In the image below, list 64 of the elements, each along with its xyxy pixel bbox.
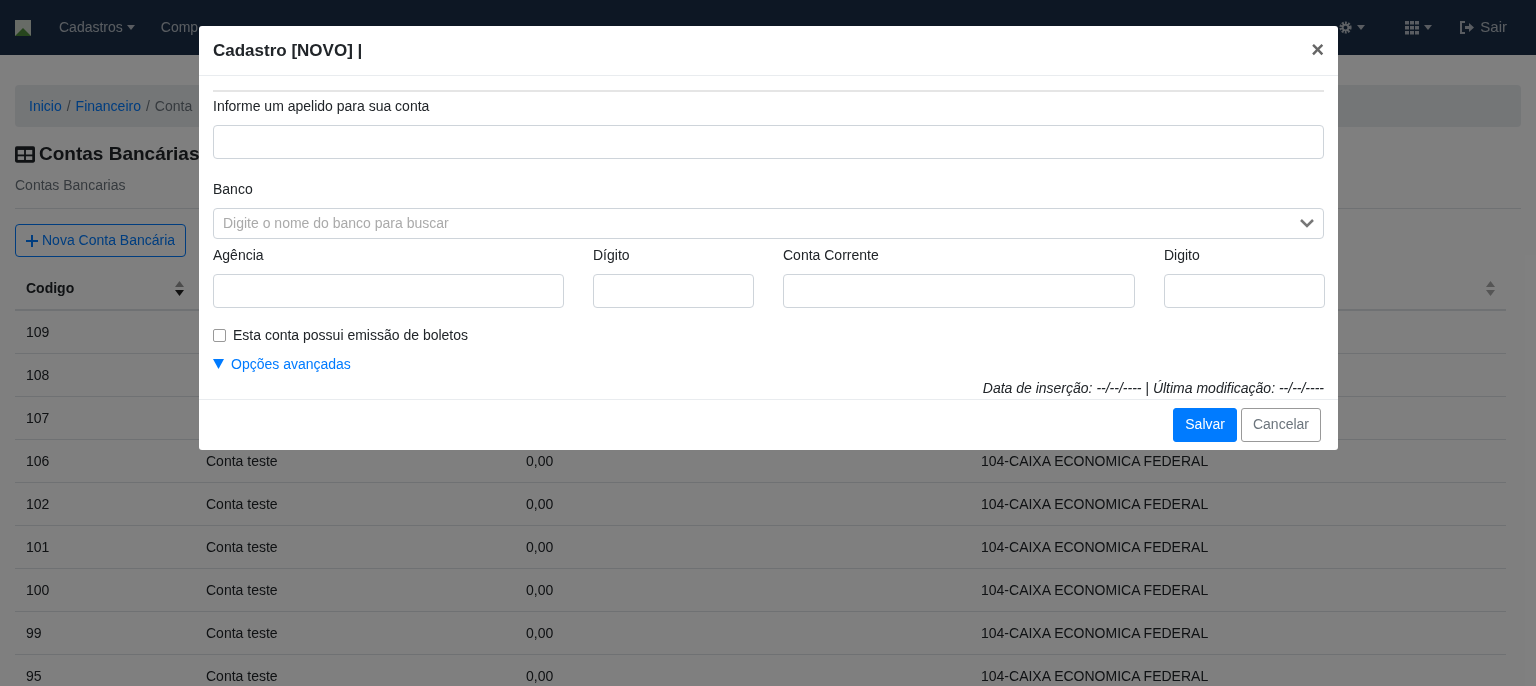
input-field[interactable] (213, 273, 564, 308)
input-field[interactable] (213, 124, 1324, 159)
table-cell-text: 0,00 (525, 669, 555, 683)
close-button[interactable]: × (1311, 39, 1324, 62)
table-cell-text: 0,00 (525, 626, 555, 640)
table-cell-text: Conta teste (205, 669, 279, 683)
input-field[interactable] (593, 273, 754, 308)
field-label: Agência (213, 245, 265, 265)
checkbox[interactable] (213, 328, 226, 342)
table-icon (15, 145, 35, 163)
logout-button[interactable]: Sair (1460, 16, 1507, 39)
table-cell-text: 104-CAIXA ECONOMICA FEDERAL (980, 583, 1210, 597)
table-cell-text: 109 (25, 325, 51, 339)
table-cell-text: Conta teste (205, 540, 279, 554)
record-dates: Data de inserção: --/--/---- | Última modificação: --/--/---- (981, 378, 1324, 398)
modal-title: Cadastro [NOVO] | (213, 39, 364, 62)
page-title: Contas Bancárias (39, 142, 200, 166)
bank-select[interactable]: Digite o nome do banco para buscar (213, 207, 1324, 239)
table-cell-text: Conta teste (205, 497, 279, 511)
table-cell-text: 107 (25, 411, 51, 425)
field-label: Digito (1164, 245, 1201, 265)
nav-menu[interactable]: Comp (160, 17, 199, 38)
table-cell-text: 104-CAIXA ECONOMICA FEDERAL (980, 454, 1210, 468)
table-cell-text: 0,00 (525, 583, 555, 597)
field-label: Conta Corrente (783, 245, 880, 265)
table-cell-text: Conta teste (205, 626, 279, 640)
advanced-options-toggle[interactable]: Opções avançadas (213, 353, 351, 375)
field-label: Banco (213, 179, 254, 199)
chevron-down-icon (1300, 218, 1314, 228)
input-field[interactable] (1164, 273, 1325, 308)
nav-menu[interactable]: Cadastros (59, 17, 135, 38)
checkbox-label: Esta conta possui emissão de boletos (233, 325, 469, 345)
table-cell-text: 99 (25, 626, 43, 640)
logo-icon[interactable] (15, 19, 31, 36)
triangle-icon (213, 359, 224, 370)
breadcrumb-separator: / (65, 96, 72, 116)
breadcrumb-separator: / (144, 96, 151, 116)
table-cell-text: 104-CAIXA ECONOMICA FEDERAL (980, 626, 1210, 640)
page-subtitle: Contas Bancarias (15, 176, 126, 195)
table-cell-text: 95 (25, 669, 43, 683)
breadcrumb-link[interactable]: Financeiro (75, 95, 141, 117)
table-cell-text: 102 (25, 497, 51, 511)
sort-icon[interactable] (175, 280, 184, 296)
table-cell-text: 106 (25, 454, 51, 468)
table-cell-text: Conta teste (205, 454, 279, 468)
field-label: Dígito (593, 245, 631, 265)
table-cell-text: 0,00 (525, 497, 555, 511)
column-header[interactable]: Codigo (26, 277, 75, 299)
plus-icon (26, 234, 38, 247)
new-account-button[interactable]: Nova Conta Bancária (15, 224, 187, 257)
table-cell-text: 100 (25, 583, 51, 597)
table-cell-text: 108 (25, 368, 51, 382)
save-button[interactable]: Salvar (1173, 407, 1237, 442)
breadcrumb-link[interactable]: Inicio (29, 95, 62, 117)
cancel-button[interactable]: Cancelar (1240, 407, 1321, 442)
input-field[interactable] (783, 273, 1135, 308)
table-cell-text: 104-CAIXA ECONOMICA FEDERAL (980, 669, 1210, 683)
table-cell-text: 0,00 (525, 454, 555, 468)
table-cell-text: 101 (25, 540, 51, 554)
field-label: Informe um apelido para sua conta (213, 96, 431, 116)
table-cell-text: Conta teste (205, 583, 279, 597)
table-cell-text: 0,00 (525, 540, 555, 554)
table-cell-text: 104-CAIXA ECONOMICA FEDERAL (980, 497, 1210, 511)
table-cell-text: 104-CAIXA ECONOMICA FEDERAL (980, 540, 1210, 554)
